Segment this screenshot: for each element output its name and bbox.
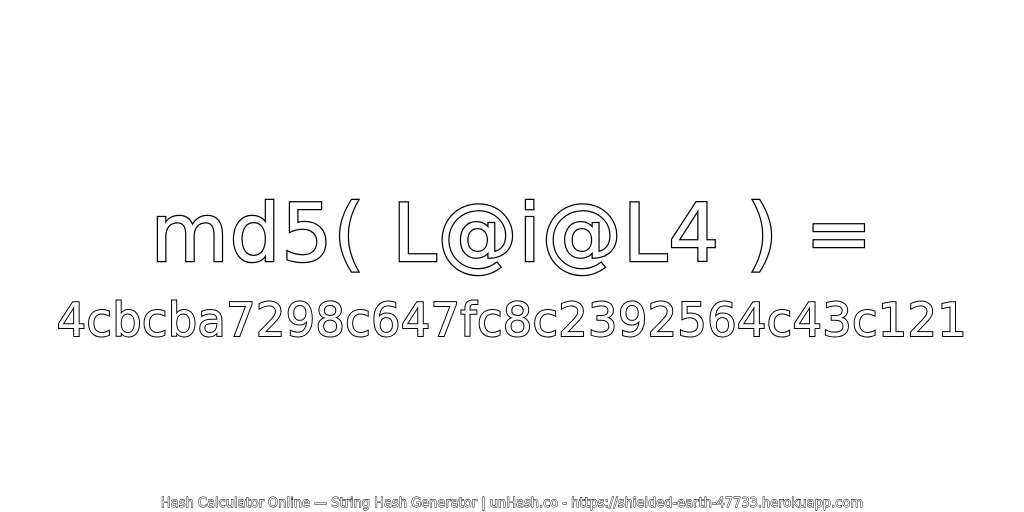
- md5-expression: md5( L@i@L4 ) =: [149, 186, 874, 282]
- site-footer: Hash Calculator Online — String Hash Gen…: [161, 496, 864, 511]
- hash-value: 4cbcba7298c647fc8c2392564c43c121: [56, 292, 968, 348]
